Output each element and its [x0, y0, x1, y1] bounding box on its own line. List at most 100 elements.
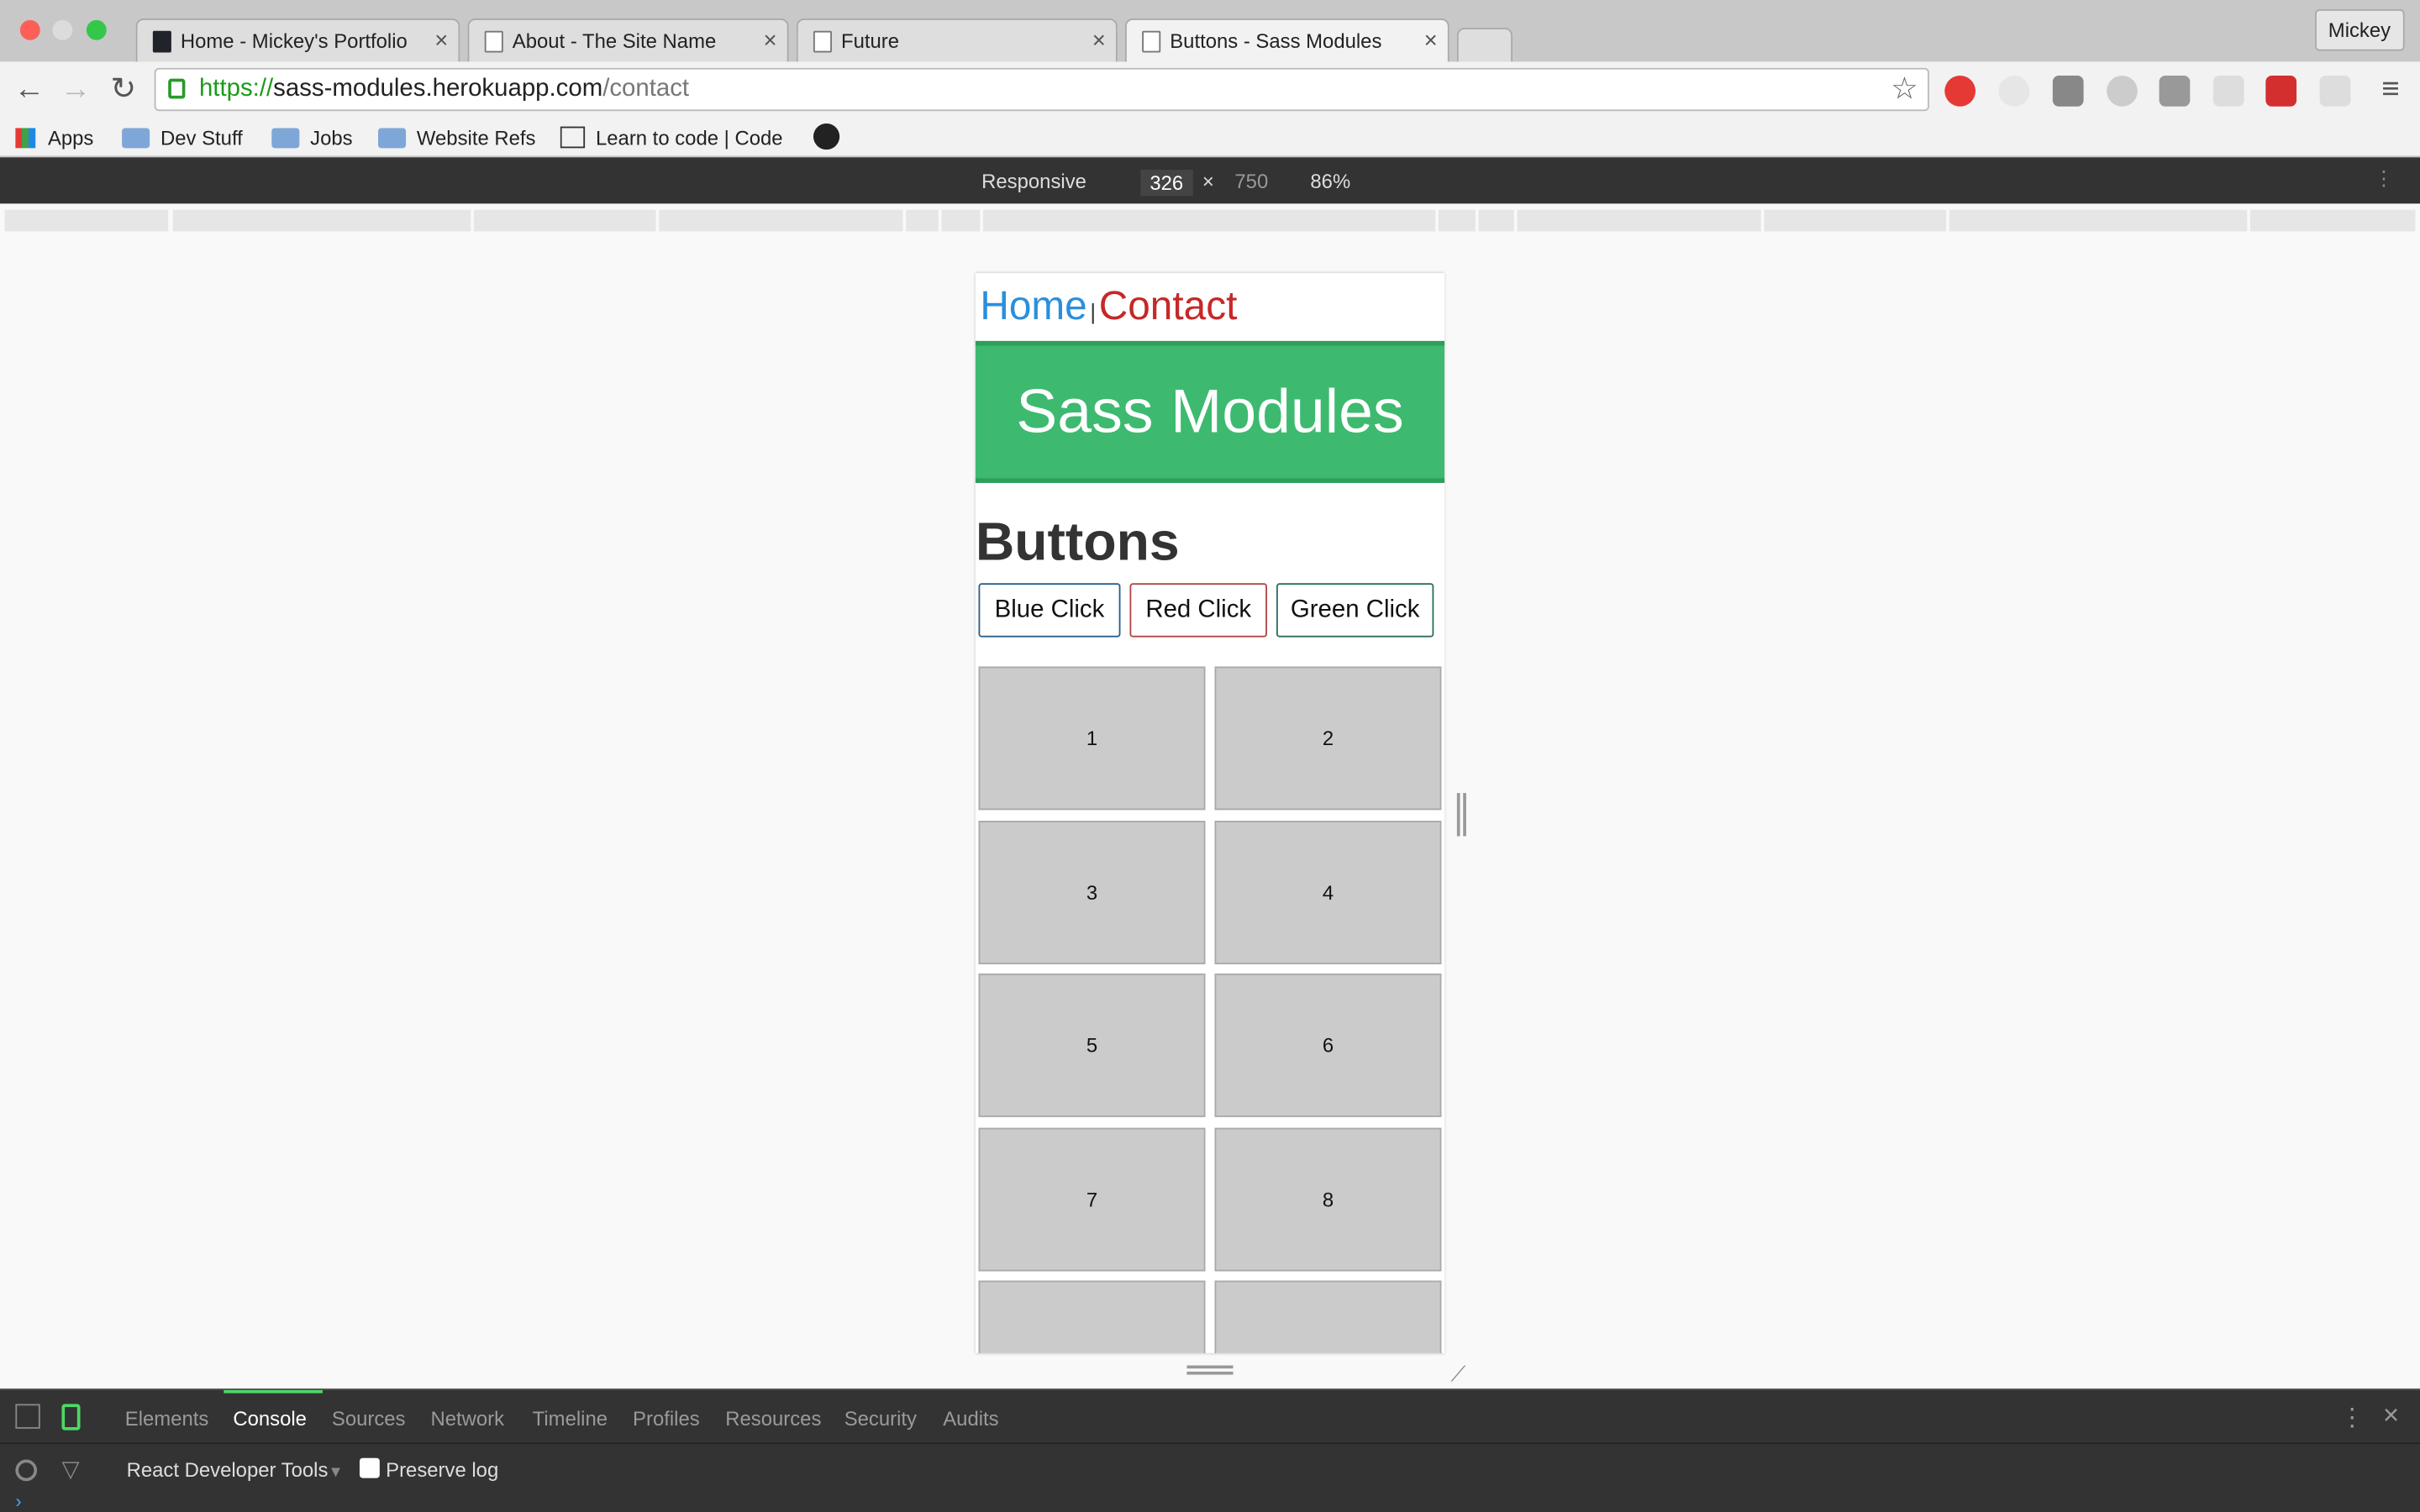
browser-tab[interactable]: About - The Site Name × — [467, 18, 789, 62]
extension-icon[interactable] — [2212, 76, 2244, 107]
tab-title: Future — [841, 29, 900, 53]
tab-title: About - The Site Name — [512, 29, 717, 53]
folder-icon — [122, 127, 150, 148]
react-icon — [152, 29, 171, 52]
tab-profiles[interactable]: Profiles — [633, 1407, 700, 1431]
extension-icon[interactable] — [2319, 76, 2351, 107]
browser-tab-active[interactable]: Buttons - Sass Modules × — [1124, 18, 1449, 62]
folder-icon — [271, 127, 300, 148]
resize-corner-icon[interactable]: ⟋ — [1451, 1361, 1466, 1387]
react-devtools-extension-icon[interactable] — [2107, 76, 2138, 107]
console-prompt-icon[interactable]: › — [15, 1490, 21, 1512]
tab-elements[interactable]: Elements — [125, 1407, 209, 1431]
grid-box: 10 — [1214, 1280, 1442, 1353]
dropdown-arrow-icon: ▼ — [328, 1464, 344, 1482]
inspect-element-icon[interactable] — [15, 1404, 40, 1429]
bookmark-star-icon[interactable]: ☆ — [1891, 70, 1918, 110]
preserve-log-checkbox[interactable] — [359, 1457, 380, 1478]
bookmark-apps[interactable]: Apps — [15, 123, 93, 151]
green-click-button[interactable]: Green Click — [1276, 583, 1434, 638]
filter-icon[interactable]: ▽ — [61, 1455, 79, 1483]
media-query-bar[interactable] — [0, 203, 2420, 238]
grid-box: 5 — [978, 973, 1206, 1117]
reload-icon[interactable]: ↻ — [105, 71, 142, 108]
back-icon[interactable]: ← — [11, 71, 48, 108]
extension-icon[interactable] — [1998, 76, 2030, 107]
clear-console-icon[interactable] — [15, 1459, 38, 1482]
nav-link-contact[interactable]: Contact — [1099, 282, 1238, 328]
device-mode-select[interactable]: Responsive — [981, 170, 1086, 193]
context-select[interactable]: React Developer Tools▼ — [127, 1458, 344, 1482]
nav-link-home[interactable]: Home — [980, 282, 1086, 328]
extension-icon[interactable] — [2159, 76, 2191, 107]
codecademy-icon — [560, 126, 586, 149]
apps-grid-icon — [15, 127, 36, 148]
close-tab-icon[interactable]: × — [753, 28, 786, 54]
console-toolbar: ▽ React Developer Tools▼ Preserve log — [0, 1446, 2420, 1495]
new-tab-button[interactable] — [1456, 28, 1512, 62]
tab-title: Buttons - Sass Modules — [1170, 29, 1382, 53]
close-window-button[interactable] — [19, 19, 40, 40]
close-tab-icon[interactable]: × — [1413, 28, 1447, 54]
bookmark-folder[interactable]: Dev Stuff — [122, 123, 243, 151]
more-options-icon[interactable]: ⋮ — [2374, 166, 2394, 191]
tab-security[interactable]: Security — [844, 1407, 917, 1431]
page-icon — [813, 29, 832, 52]
minimize-window-button[interactable] — [52, 19, 73, 40]
device-emulation-bar: Responsive 326 × 750 86% ⋮ — [0, 157, 2420, 204]
extension-icon[interactable] — [2052, 76, 2084, 107]
grid-box: 7 — [978, 1127, 1206, 1272]
close-tab-icon[interactable]: × — [424, 28, 458, 54]
close-tab-icon[interactable]: × — [1082, 28, 1116, 54]
tab-title: Home - Mickey's Portfolio — [180, 29, 408, 53]
tab-console[interactable]: Console — [233, 1407, 307, 1431]
grid-box: 4 — [1214, 821, 1442, 964]
tab-sources[interactable]: Sources — [332, 1407, 406, 1431]
tab-timeline[interactable]: Timeline — [533, 1407, 608, 1431]
bookmark-folder[interactable]: Jobs — [271, 123, 353, 151]
address-bar[interactable]: https://sass-modules.herokuapp.com/conta… — [154, 67, 1929, 112]
grid-box: 9 — [978, 1280, 1206, 1353]
forward-icon[interactable]: → — [57, 71, 94, 108]
bookmarks-bar: Apps Dev Stuff Jobs Website Refs Learn t… — [0, 117, 2420, 158]
grid-box: 1 — [978, 666, 1206, 811]
resize-handle-bottom[interactable] — [1186, 1365, 1234, 1375]
zoom-select[interactable]: 86% — [1310, 170, 1350, 193]
bookmark-label: Jobs — [310, 125, 353, 150]
viewport-height-input[interactable]: 750 — [1234, 170, 1268, 193]
tab-resources[interactable]: Resources — [725, 1407, 821, 1431]
github-icon[interactable] — [813, 123, 840, 150]
resize-handle-right[interactable] — [1456, 793, 1466, 837]
viewport-width-input[interactable]: 326 — [1140, 170, 1193, 197]
ublock-extension-icon[interactable] — [1944, 76, 1976, 107]
cors-extension-icon[interactable] — [2265, 76, 2297, 107]
menu-icon[interactable]: ≡ — [2372, 71, 2409, 108]
site-banner: Sass Modules — [975, 340, 1445, 483]
browser-tab[interactable]: Future × — [796, 18, 1118, 62]
bookmark-folder[interactable]: Website Refs — [378, 123, 535, 151]
close-devtools-icon[interactable]: × — [2383, 1399, 2399, 1432]
browser-toolbar: ← → ↻ https://sass-modules.herokuapp.com… — [0, 61, 2420, 118]
bookmark-link[interactable]: Learn to code | Code — [560, 123, 792, 151]
red-click-button[interactable]: Red Click — [1129, 583, 1267, 638]
tab-audits[interactable]: Audits — [943, 1407, 998, 1431]
profile-button[interactable]: Mickey — [2314, 9, 2405, 51]
grid-box: 6 — [1214, 973, 1442, 1117]
devtools-tabbar: Elements Console Sources Network Timelin… — [0, 1389, 2420, 1445]
page-icon — [484, 29, 503, 52]
bookmark-label: Learn to code | Code — [595, 125, 783, 150]
grid-box: 8 — [1214, 1127, 1442, 1272]
grid-box: 2 — [1214, 666, 1442, 811]
device-toolbar-icon[interactable] — [61, 1404, 81, 1431]
dimension-separator: × — [1202, 170, 1214, 193]
browser-tab[interactable]: Home - Mickey's Portfolio × — [135, 18, 460, 62]
zoom-window-button[interactable] — [86, 19, 107, 40]
url-scheme: https:// — [198, 76, 274, 102]
bookmark-label: Website Refs — [416, 125, 536, 150]
blue-click-button[interactable]: Blue Click — [978, 583, 1121, 638]
site-nav: Home | Contact — [980, 282, 1237, 330]
nav-separator: | — [1090, 299, 1097, 324]
tab-network[interactable]: Network — [430, 1407, 504, 1431]
browser-titlebar: Home - Mickey's Portfolio × About - The … — [0, 0, 2420, 62]
more-options-icon[interactable]: ⋮ — [2339, 1403, 2364, 1434]
